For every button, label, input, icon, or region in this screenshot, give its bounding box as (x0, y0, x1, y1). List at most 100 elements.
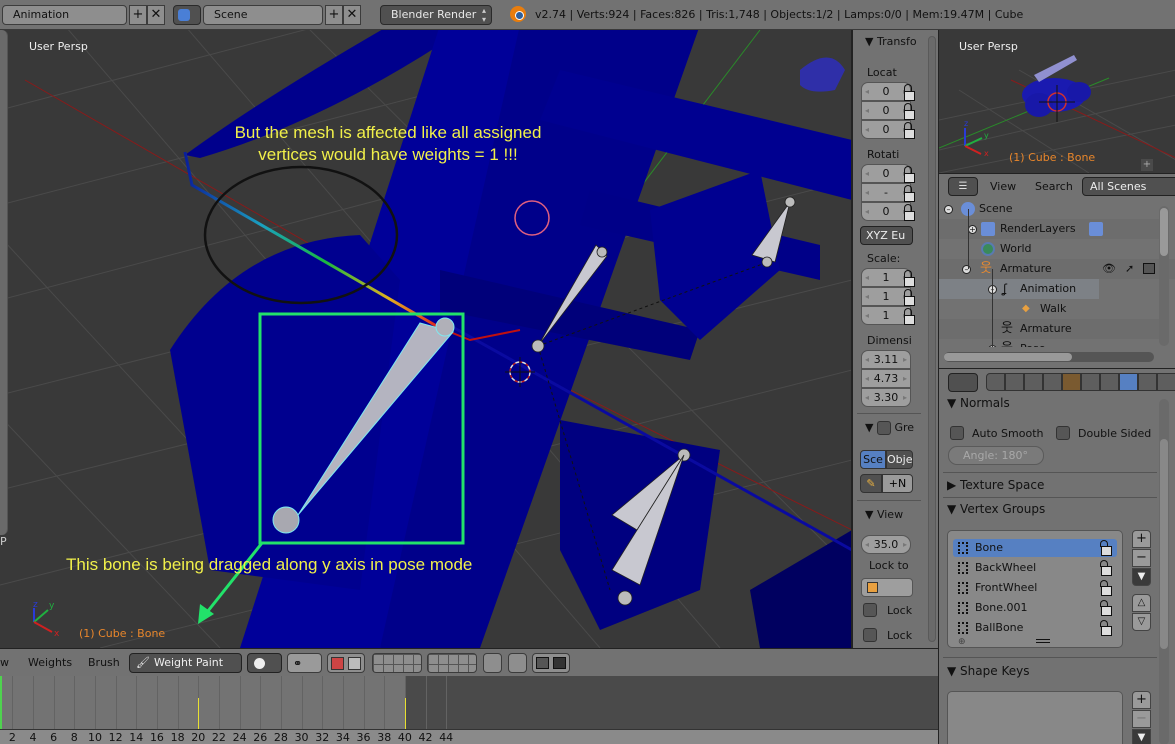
lock-cursor-checkbox[interactable] (863, 628, 877, 642)
view-panel-header[interactable]: ▼ View (865, 508, 903, 521)
texture-tab-icon[interactable] (1157, 373, 1175, 391)
auto-smooth-angle-field[interactable]: Angle: 180° (948, 446, 1044, 465)
interaction-mode-dropdown[interactable]: 🖌 Weight Paint (129, 653, 242, 673)
menu-view[interactable]: w (0, 656, 9, 669)
outliner-editor-type-icon[interactable]: ☰ (948, 177, 978, 196)
vertex-mask-icon[interactable] (348, 657, 361, 670)
scene-tab-icon[interactable] (1024, 373, 1043, 391)
render-animation-icon[interactable] (553, 657, 566, 669)
selectable-cursor-icon[interactable]: ➚ (1125, 259, 1134, 279)
grease-pencil-panel-header[interactable]: ▼ Gre (865, 421, 914, 435)
scrollbar-thumb[interactable] (1160, 439, 1168, 649)
timeline-ruler[interactable]: 2 4 6 8 10 12 14 16 18 20 22 24 26 28 30 32 34 36 38 40 42 44 (0, 729, 938, 744)
vertex-select-icon[interactable] (508, 653, 527, 673)
outliner-item-renderlayers[interactable]: + RenderLayers (939, 219, 1159, 239)
render-opengl-icon[interactable] (536, 657, 549, 669)
lens-field[interactable]: 35.0 (861, 535, 911, 554)
lock-layers-icon[interactable] (483, 653, 502, 673)
add-scene-button[interactable]: + (325, 5, 343, 25)
shape-key-specials-button[interactable]: ▼ (1132, 729, 1151, 744)
render-buttons[interactable] (532, 653, 570, 673)
lock-to-object-field[interactable] (861, 578, 913, 597)
mesh-data-tab-icon[interactable] (1119, 373, 1138, 391)
lock-icon[interactable] (1100, 620, 1112, 636)
outliner-menu-search[interactable]: Search (1035, 180, 1073, 193)
lock-icon[interactable] (903, 270, 915, 287)
menu-brush[interactable]: Brush (88, 656, 120, 669)
vertex-group-item[interactable]: Bone.001 (953, 599, 1117, 617)
add-screen-button[interactable]: + (129, 5, 147, 25)
lock-icon[interactable] (1100, 580, 1112, 596)
lock-icon[interactable] (903, 185, 915, 202)
lock-icon[interactable] (903, 103, 915, 120)
outliner-item-walk[interactable]: ◆ Walk (939, 299, 1159, 319)
tool-shelf-edge[interactable] (0, 30, 8, 535)
delete-scene-button[interactable]: ✕ (343, 5, 361, 25)
outliner-item-armature[interactable]: – 웃 Armature 👁 ➚ (939, 259, 1175, 279)
remove-vertex-group-button[interactable]: − (1132, 549, 1151, 567)
expand-icon[interactable]: + (968, 225, 977, 234)
properties-editor-type-icon[interactable] (948, 373, 978, 392)
constraints-tab-icon[interactable] (1081, 373, 1100, 391)
outliner-item-scene[interactable]: – Scene (939, 199, 1159, 219)
vertex-groups-panel-header[interactable]: ▼ Vertex Groups (947, 502, 1045, 516)
menu-weights[interactable]: Weights (28, 656, 72, 669)
mask-buttons[interactable] (327, 653, 365, 673)
move-group-up-button[interactable]: △ (1132, 594, 1151, 612)
sidebar-scrollbar[interactable] (928, 36, 936, 642)
collapse-icon[interactable]: – (944, 205, 953, 214)
scrollbar-thumb[interactable] (1160, 208, 1168, 256)
transform-panel-header[interactable]: ▼ Transfo (865, 35, 917, 48)
scrollbar-thumb[interactable] (944, 353, 1072, 361)
outliner-item-armature-data[interactable]: 웃 Armature (939, 319, 1159, 339)
dimension-z-field[interactable]: 3.30 (861, 388, 911, 407)
render-tab-icon[interactable] (986, 373, 1005, 391)
vertex-group-item[interactable]: BackWheel (953, 559, 1117, 577)
lock-icon[interactable] (1100, 560, 1112, 576)
material-tab-icon[interactable] (1138, 373, 1157, 391)
grease-tab-scene[interactable]: Sce (860, 450, 886, 469)
texture-space-panel-header[interactable]: ▶ Texture Space (947, 478, 1044, 492)
current-frame-indicator[interactable] (0, 676, 2, 729)
auto-smooth-checkbox[interactable] (950, 426, 964, 440)
layer-buttons-1[interactable] (372, 653, 422, 673)
outliner-item-world[interactable]: World (939, 239, 1159, 259)
grease-tab-object[interactable]: Obje (886, 450, 913, 469)
lock-icon[interactable] (903, 84, 915, 101)
scene-browse-button[interactable] (173, 5, 201, 25)
world-tab-icon[interactable] (1043, 373, 1062, 391)
dimension-y-field[interactable]: 4.73 (861, 369, 911, 388)
lock-icon[interactable] (903, 204, 915, 221)
lock-icon[interactable] (903, 308, 915, 325)
modifiers-tab-icon[interactable] (1100, 373, 1119, 391)
shape-keys-panel-header[interactable]: ▼ Shape Keys (947, 664, 1029, 678)
vertex-group-item[interactable]: FrontWheel (953, 579, 1117, 597)
properties-scrollbar[interactable] (1159, 399, 1169, 744)
lock-camera-checkbox[interactable] (863, 603, 877, 617)
new-grease-layer-button[interactable]: +N (882, 474, 913, 493)
object-tab-icon[interactable] (1062, 373, 1081, 391)
collapse-icon[interactable]: – (962, 265, 971, 274)
render-engine-dropdown[interactable]: Blender Render ▴ ▾ (380, 5, 492, 25)
screen-layout-field[interactable]: Animation (2, 5, 127, 25)
outliner-item-animation[interactable]: – ʆ Animation (939, 279, 1099, 299)
visibility-eye-icon[interactable]: 👁 (1102, 259, 1116, 279)
outliner-vertical-scrollbar[interactable] (1159, 206, 1169, 346)
expand-region-icon[interactable]: + (1141, 159, 1153, 171)
normals-panel-header[interactable]: ▼ Normals (947, 396, 1010, 410)
lock-icon[interactable] (1100, 600, 1112, 616)
outliner-horizontal-scrollbar[interactable] (944, 352, 1154, 362)
viewport-shading-dropdown[interactable] (247, 653, 282, 673)
timeline[interactable]: 2 4 6 8 10 12 14 16 18 20 22 24 26 28 30 32 34 36 38 40 42 44 (0, 676, 938, 744)
dimension-x-field[interactable]: 3.11 (861, 350, 911, 369)
scene-field[interactable]: Scene (203, 5, 323, 25)
grease-pencil-checkbox[interactable] (876, 421, 891, 435)
tool-shelf-tab[interactable]: P (0, 535, 7, 548)
list-filter-icon[interactable]: ⊕ (958, 637, 966, 647)
rotation-mode-dropdown[interactable]: XYZ Eu (860, 226, 913, 245)
outliner-menu-view[interactable]: View (990, 180, 1016, 193)
lock-icon[interactable] (903, 122, 915, 139)
move-group-down-button[interactable]: ▽ (1132, 613, 1151, 631)
delete-screen-button[interactable]: ✕ (147, 5, 165, 25)
layer-buttons-2[interactable] (427, 653, 477, 673)
